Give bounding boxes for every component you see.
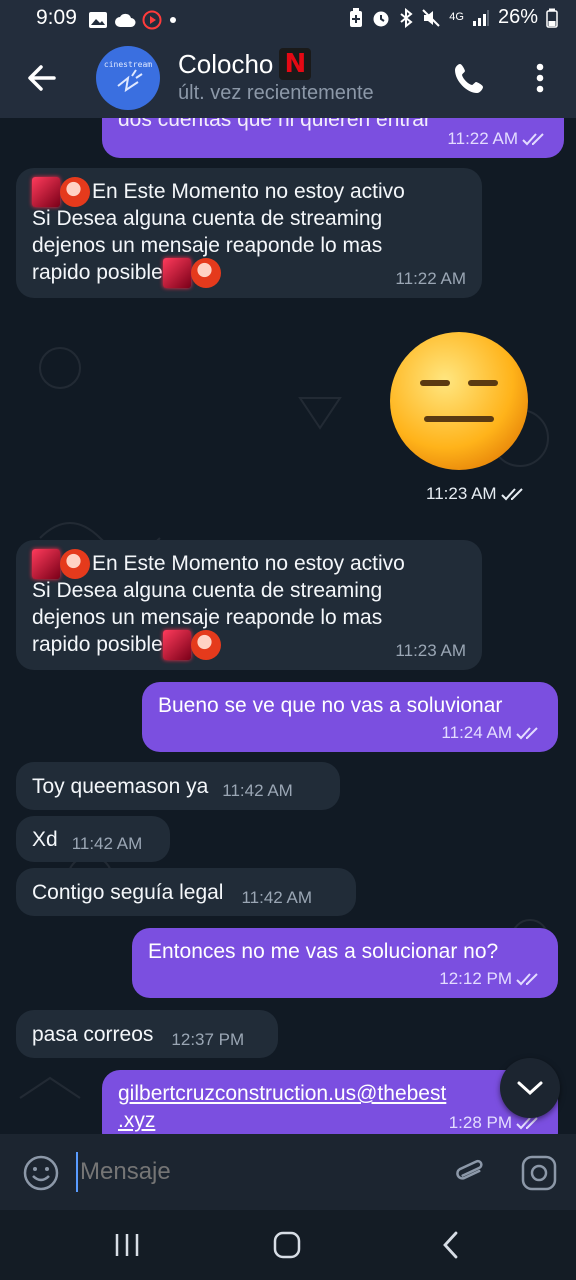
message-text: Toy queemason ya (32, 774, 209, 798)
system-navigation-bar (0, 1210, 576, 1280)
status-time: 9:09 (36, 6, 77, 29)
message-text-line: Si Desea alguna cuenta de streaming (32, 207, 383, 230)
read-check-icon (516, 726, 538, 739)
record-icon (142, 10, 162, 30)
message-text: Bueno se ve que no vas a soluvionar (158, 694, 503, 717)
status-bar: 9:09 4G 26% (0, 0, 576, 38)
email-link[interactable]: gilbertcruzconstruction.us@thebest (118, 1080, 542, 1107)
message-text: dos cuentas que ni quieren entrar (118, 118, 431, 131)
message-time: 11:24 AM (441, 723, 512, 742)
message-input[interactable] (76, 1152, 436, 1192)
4g-icon: 4G (449, 11, 464, 23)
avatar[interactable]: cinestream (96, 46, 160, 110)
image-icon (89, 12, 107, 28)
ruby-emoji-icon (162, 257, 191, 288)
chat-header: cinestream Colocho N últ. vez recienteme… (0, 38, 576, 118)
mute-icon (422, 8, 440, 27)
scroll-to-bottom-button[interactable] (500, 1058, 560, 1118)
last-seen-status: últ. vez recientemente (178, 82, 374, 104)
back-arrow-icon[interactable] (22, 58, 62, 98)
bluetooth-icon (400, 7, 413, 28)
chevron-down-icon (517, 1081, 543, 1096)
message-incoming[interactable]: Xd 11:42 AM (16, 816, 170, 862)
message-input-bar (0, 1134, 576, 1210)
recent-apps-icon[interactable] (112, 1232, 142, 1258)
nav-back-icon[interactable] (438, 1230, 464, 1260)
message-text: pasa correos (32, 1022, 154, 1046)
message-text-line: dejenos un mensaje reaponde lo mas (32, 234, 383, 257)
message-text-line: dejenos un mensaje reaponde lo mas (32, 606, 383, 629)
message-time: 11:42 AM (241, 887, 313, 907)
message-time: 11:22 AM (447, 129, 518, 148)
anime-girl-emoji-icon (60, 176, 90, 207)
ruby-emoji-icon (162, 629, 191, 660)
message-time: 11:23 AM (395, 641, 466, 660)
message-text-line: En Este Momento no estoy activo (92, 552, 405, 575)
message-time: 11:42 AM (71, 833, 143, 853)
contact-name: Colocho (178, 48, 274, 79)
ruby-emoji-icon (32, 548, 60, 579)
message-incoming[interactable]: pasa correos 12:37 PM (16, 1010, 278, 1058)
chat-area[interactable]: dos cuentas que ni quieren entrar 11:22 … (0, 118, 576, 1134)
message-outgoing[interactable]: gilbertcruzconstruction.us@thebest .xyz … (102, 1070, 558, 1134)
message-time: 11:23 AM (426, 484, 497, 503)
battery-saver-icon (350, 7, 363, 27)
anime-girl-emoji-icon (190, 629, 221, 660)
anime-girl-emoji-icon (190, 257, 221, 288)
message-outgoing[interactable]: dos cuentas que ni quieren entrar 11:22 … (102, 118, 564, 158)
expressionless-face-emoji-icon[interactable] (388, 330, 530, 472)
message-text-line: Si Desea alguna cuenta de streaming (32, 579, 383, 602)
message-text: Entonces no me vas a solucionar no? (148, 940, 499, 963)
chat-title[interactable]: Colocho N (178, 48, 312, 80)
more-options-icon[interactable] (522, 58, 558, 98)
message-incoming[interactable]: En Este Momento no estoy activo Si Desea… (16, 540, 482, 670)
phone-icon[interactable] (450, 58, 490, 98)
message-text: Xd (32, 827, 58, 851)
message-incoming[interactable]: Toy queemason ya 11:42 AM (16, 762, 340, 810)
battery-level: 26% (497, 6, 538, 28)
dot-icon (170, 17, 176, 23)
alarm-icon (373, 11, 389, 26)
message-outgoing[interactable]: Bueno se ve que no vas a soluvionar 11:2… (142, 682, 558, 752)
message-time: 1:28 PM (448, 1113, 512, 1132)
read-check-icon (516, 972, 538, 985)
cloud-icon (115, 13, 136, 27)
battery-icon (546, 8, 558, 28)
camera-icon[interactable] (520, 1154, 558, 1192)
message-time: 11:42 AM (222, 780, 293, 800)
emoji-icon[interactable] (22, 1154, 60, 1192)
message-time: 12:37 PM (171, 1029, 245, 1049)
message-time: 12:12 PM (439, 969, 512, 988)
paperclip-icon[interactable] (452, 1154, 488, 1192)
anime-girl-emoji-icon (60, 548, 90, 579)
message-text: Contigo seguía legal (32, 880, 224, 904)
message-outgoing[interactable]: Entonces no me vas a solucionar no? 12:1… (132, 928, 558, 998)
message-time: 11:22 AM (395, 269, 466, 288)
signal-icon (472, 9, 489, 26)
message-incoming[interactable]: En Este Momento no estoy activo Si Desea… (16, 168, 482, 298)
read-check-icon (500, 488, 523, 501)
message-text-line: rapido posible (32, 633, 163, 656)
read-check-icon (522, 132, 544, 145)
ruby-emoji-icon (32, 176, 60, 207)
avatar-logo-icon (117, 69, 143, 93)
netflix-icon: N (279, 48, 312, 80)
home-icon[interactable] (272, 1230, 302, 1260)
message-incoming[interactable]: Contigo seguía legal 11:42 AM (16, 868, 356, 916)
message-text-line: rapido posible (32, 261, 163, 284)
message-text-line: En Este Momento no estoy activo (92, 180, 405, 203)
